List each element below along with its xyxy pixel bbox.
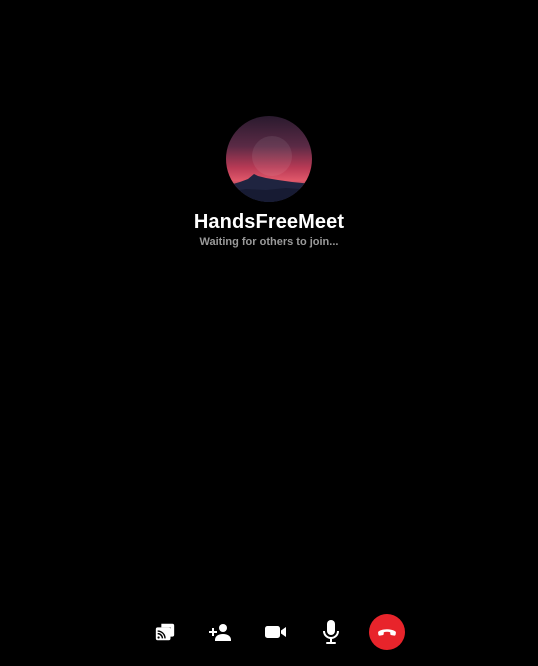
- call-screen: HandsFreeMeet Waiting for others to join…: [0, 0, 538, 666]
- meeting-avatar: [226, 116, 312, 202]
- call-controls-bar: [0, 614, 538, 650]
- microphone-icon: [319, 619, 343, 645]
- end-call-icon: [376, 621, 398, 643]
- meeting-title: HandsFreeMeet: [193, 211, 345, 233]
- cast-screen-button[interactable]: [147, 614, 183, 650]
- video-camera-icon: [264, 620, 288, 644]
- meeting-status: Waiting for others to join...: [199, 236, 339, 248]
- microphone-button[interactable]: [313, 614, 349, 650]
- sunset-landscape-image: [226, 116, 312, 202]
- end-call-button[interactable]: [369, 614, 405, 650]
- caller-info: HandsFreeMeet Waiting for others to join…: [0, 116, 538, 249]
- cast-screen-icon: [154, 621, 176, 643]
- add-participant-button[interactable]: [202, 614, 238, 650]
- add-person-icon: [208, 620, 232, 644]
- video-button[interactable]: [258, 614, 294, 650]
